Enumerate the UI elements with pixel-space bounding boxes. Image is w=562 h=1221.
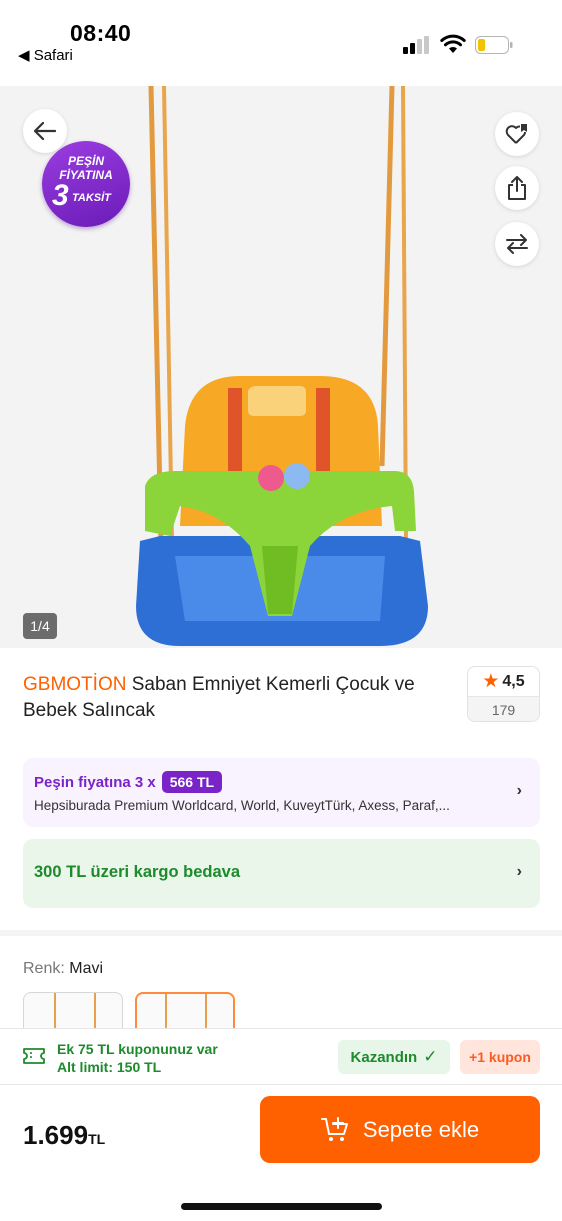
back-to-safari-link[interactable]: ◀ Safari	[18, 46, 73, 64]
battery-icon	[475, 36, 513, 54]
product-price: 1.699TL	[23, 1120, 105, 1151]
brand-link[interactable]: GBMOTİON	[23, 674, 126, 695]
check-icon: ✓	[423, 1047, 438, 1066]
color-option-2[interactable]	[135, 992, 235, 1032]
free-shipping-card[interactable]: 300 TL üzeri kargo bedava ›	[23, 839, 540, 908]
review-count: 179	[468, 696, 539, 721]
rating-box[interactable]: ★ 4,5 179	[467, 666, 540, 722]
status-bar: 08:40 ◀ Safari	[0, 0, 562, 82]
signal-icon	[403, 36, 429, 54]
price-value: 1.699	[23, 1120, 89, 1150]
coupon-limit: Alt limit: 150 TL	[57, 1059, 162, 1075]
rating-score: ★ 4,5	[468, 667, 539, 696]
installment-card[interactable]: Peşin fiyatına 3 x 566 TL Hepsiburada Pr…	[23, 758, 540, 827]
badge-word: TAKSİT	[72, 192, 111, 204]
compare-button[interactable]	[495, 222, 539, 266]
badge-line1: PEŞİN	[67, 154, 104, 168]
coupon-strip[interactable]: Ek 75 TL kuponunuz var Alt limit: 150 TL…	[0, 1028, 562, 1085]
heart-list-icon	[505, 124, 527, 144]
price-currency: TL	[88, 1131, 106, 1147]
chevron-right-icon: ›	[516, 863, 522, 880]
chevron-right-icon: ›	[516, 782, 522, 799]
product-title: GBMOTİON Saban Emniyet Kemerli Çocuk ve …	[23, 672, 453, 724]
add-to-cart-label: Sepete ekle	[362, 1116, 480, 1142]
rating-value: 4,5	[502, 672, 525, 690]
installment-line: Peşin fiyatına 3 x 566 TL	[34, 771, 223, 793]
compare-icon	[506, 234, 528, 254]
ticket-icon	[23, 1048, 45, 1064]
share-icon	[508, 176, 526, 200]
color-label-text: Renk:	[23, 960, 65, 977]
more-coupon-button[interactable]: +1 kupon	[460, 1040, 540, 1074]
installment-promo-badge: PEŞİN FİYATINA 3 TAKSİT	[42, 141, 130, 227]
cart-plus-icon	[320, 1116, 348, 1141]
section-divider	[0, 930, 562, 936]
status-time: 08:40	[70, 20, 132, 46]
coupon-won-label: Kazandın	[350, 1048, 418, 1066]
add-to-list-button[interactable]	[495, 112, 539, 156]
share-button[interactable]	[495, 166, 539, 210]
star-icon: ★	[482, 671, 500, 692]
back-button[interactable]	[23, 109, 67, 153]
installment-prefix: Peşin fiyatına 3 x	[34, 773, 156, 791]
installment-amount: 566 TL	[161, 771, 223, 793]
free-shipping-text: 300 TL üzeri kargo bedava	[34, 863, 241, 881]
add-to-cart-button[interactable]: Sepete ekle	[260, 1096, 540, 1163]
badge-number: 3	[52, 179, 69, 212]
product-image-gallery[interactable]: PEŞİN FİYATINA 3 TAKSİT 1/4	[0, 86, 562, 648]
installment-banks: Hepsiburada Premium Worldcard, World, Ku…	[34, 798, 450, 813]
arrow-left-icon	[34, 122, 56, 140]
coupon-title: Ek 75 TL kuponunuz var	[57, 1041, 218, 1057]
home-indicator[interactable]	[181, 1203, 382, 1210]
wifi-icon	[440, 34, 466, 53]
color-label: Renk: Mavi	[23, 960, 103, 978]
color-option-1[interactable]	[23, 992, 123, 1032]
color-value: Mavi	[69, 960, 104, 977]
coupon-won-button[interactable]: Kazandın ✓	[338, 1040, 450, 1074]
image-counter: 1/4	[23, 613, 57, 639]
